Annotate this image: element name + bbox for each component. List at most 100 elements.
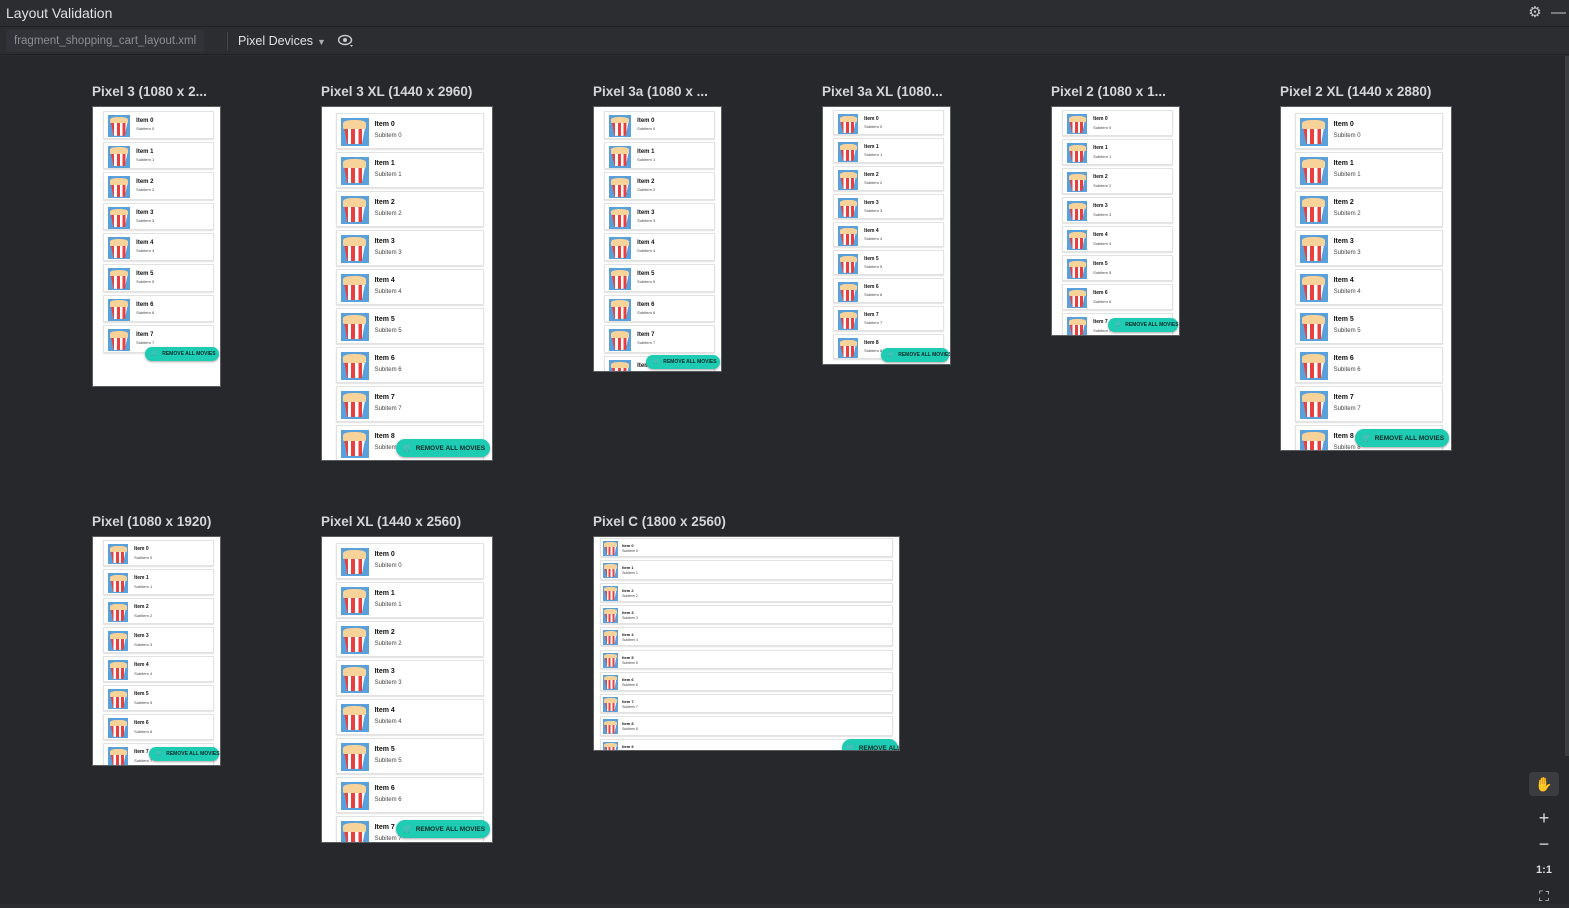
remove-all-movies-button[interactable]: 🛒REMOVE ALL MOVIES (396, 820, 490, 838)
file-tab[interactable]: fragment_shopping_cart_layout.xml (6, 30, 205, 52)
list-item[interactable]: Item 7 Subitem 7 (600, 694, 893, 714)
minimize-icon[interactable]: — (1551, 4, 1567, 22)
list-item[interactable]: Item 2 Subitem 2 (335, 191, 484, 227)
list-item[interactable]: Item 0 Subitem 0 (103, 540, 214, 566)
list-item[interactable]: Item 1 Subitem 1 (103, 141, 214, 170)
list-item[interactable]: Item 5 Subitem 5 (1294, 308, 1443, 344)
popcorn-icon (603, 630, 619, 646)
list-item[interactable]: Item 6 Subitem 6 (833, 278, 944, 303)
list-item[interactable]: Item 6 Subitem 6 (335, 347, 484, 383)
list-item[interactable]: Item 4 Subitem 4 (833, 222, 944, 247)
item-subtitle: Subitem 6 (374, 797, 402, 803)
fit-screen-icon[interactable]: ⛶ (1529, 884, 1559, 908)
list-item[interactable]: Item 2 Subitem 2 (833, 166, 944, 191)
list-item[interactable]: Item 6 Subitem 6 (604, 294, 715, 323)
remove-all-movies-button[interactable]: 🛒REMOVE ALL MOVIES (1108, 318, 1179, 332)
item-subtitle: Subitem 6 (622, 682, 638, 687)
list-item[interactable]: Item 0 Subitem 0 (600, 538, 893, 558)
list-item[interactable]: Item 2 Subitem 2 (604, 172, 715, 200)
list-item[interactable]: Item 4 Subitem 4 (1294, 269, 1443, 305)
list-item[interactable]: Item 4 Subitem 4 (103, 656, 214, 682)
gear-icon[interactable]: ⚙ (1526, 4, 1544, 22)
list-item[interactable]: Item 5 Subitem 5 (335, 738, 484, 774)
list-item[interactable]: Item 1 Subitem 1 (103, 569, 214, 595)
list-item[interactable]: Item 7 Subitem 7 (335, 386, 484, 422)
list-item[interactable]: Item 4 Subitem 4 (103, 233, 214, 261)
list-item[interactable]: Item 5 Subitem 5 (103, 685, 214, 711)
list-item[interactable]: Item 4 Subitem 4 (335, 699, 484, 735)
list-item[interactable]: Item 4 Subitem 4 (604, 233, 715, 261)
list-item[interactable]: Item 6 Subitem 6 (103, 294, 214, 323)
list-item[interactable]: Item 7 Subitem 7 (833, 306, 944, 331)
list-item[interactable]: Item 3 Subitem 3 (103, 202, 214, 231)
list-item[interactable]: Item 2 Subitem 2 (335, 621, 484, 657)
list-item[interactable]: Item 0 Subitem 0 (1062, 110, 1173, 136)
remove-all-movies-button[interactable]: 🛒REMOVE ALL MOVIES (1355, 429, 1449, 447)
device-set-dropdown[interactable]: Pixel Devices ▼ (238, 31, 326, 51)
list-item[interactable]: Item 2 Subitem 2 (1062, 168, 1173, 194)
list-item[interactable]: Item 1 Subitem 1 (600, 560, 893, 580)
list-item[interactable]: Item 6 Subitem 6 (1294, 347, 1443, 383)
list-item[interactable]: Item 4 Subitem 4 (1062, 226, 1173, 252)
list-item[interactable]: Item 5 Subitem 5 (1062, 255, 1173, 281)
remove-all-movies-button[interactable]: 🛒REMOVE ALL MOVIES (842, 739, 899, 750)
actual-size-button[interactable]: 1:1 (1529, 858, 1559, 882)
hand-icon[interactable]: ✋ (1529, 772, 1559, 796)
list-item[interactable]: Item 0 Subitem 0 (335, 113, 484, 149)
list-item[interactable]: Item 3 Subitem 3 (833, 194, 944, 219)
list-item[interactable]: Item 1 Subitem 1 (335, 582, 484, 618)
list-item[interactable]: Item 6 Subitem 6 (103, 714, 214, 740)
list-item[interactable]: Item 3 Subitem 3 (604, 202, 715, 231)
remove-all-movies-button[interactable]: 🛒REMOVE ALL MOVIES (646, 355, 720, 369)
list-item[interactable]: Item 5 Subitem 5 (335, 308, 484, 344)
list-item[interactable]: Item 5 Subitem 5 (833, 250, 944, 275)
list-item[interactable]: Item 1 Subitem 1 (335, 152, 484, 188)
list-item[interactable]: Item 5 Subitem 5 (103, 264, 214, 292)
list-item[interactable]: Item 7 Subitem 7 (604, 325, 715, 353)
list-item[interactable]: Item 4 Subitem 4 (335, 269, 484, 305)
item-subtitle: Subitem 7 (374, 836, 402, 842)
plus-icon[interactable]: + (1529, 806, 1559, 830)
remove-all-movies-button[interactable]: 🛒REMOVE ALL MOVIES (149, 747, 220, 761)
item-title: Item 1 (136, 148, 154, 155)
list-item[interactable]: Item 4 Subitem 4 (600, 627, 893, 647)
vertical-scrollbar[interactable] (1565, 56, 1569, 756)
list-item[interactable]: Item 5 Subitem 5 (600, 649, 893, 669)
list-item[interactable]: Item 1 Subitem 1 (1062, 139, 1173, 165)
list-item[interactable]: Item 1 Subitem 1 (604, 141, 715, 170)
list-item[interactable]: Item 6 Subitem 6 (335, 777, 484, 813)
list-item[interactable]: Item 2 Subitem 2 (103, 598, 214, 624)
list-item[interactable]: Item 8Subitem 8 (600, 716, 893, 736)
list-item[interactable]: Item 3 Subitem 3 (1294, 230, 1443, 266)
popcorn-icon (108, 660, 129, 680)
item-subtitle: Subitem 1 (374, 602, 402, 608)
list-item[interactable]: Item 6 Subitem 6 (1062, 284, 1173, 310)
item-title: Item 4 (1333, 277, 1354, 284)
list-item[interactable]: Item 1 Subitem 1 (1294, 152, 1443, 188)
remove-all-movies-button[interactable]: 🛒REMOVE ALL MOVIES (881, 348, 950, 362)
list-item[interactable]: Item 3 Subitem 3 (1062, 197, 1173, 223)
list-item[interactable]: Item 0 Subitem 0 (833, 110, 944, 135)
list-item[interactable]: Item 3 Subitem 3 (103, 627, 214, 653)
list-item[interactable]: Item 5 Subitem 5 (604, 264, 715, 292)
remove-all-movies-button[interactable]: 🛒REMOVE ALL MOVIES (145, 347, 219, 361)
list-item[interactable]: Item 3 Subitem 3 (335, 660, 484, 696)
eye-icon[interactable] (337, 33, 354, 49)
list-item[interactable]: Item 0 Subitem 0 (1294, 113, 1443, 149)
list-item[interactable]: Item 0 Subitem 0 (604, 111, 715, 139)
list-item[interactable]: Item 6 Subitem 6 (600, 671, 893, 692)
list-item[interactable]: Item 1 Subitem 1 (833, 138, 944, 163)
list-item[interactable]: Item 0 Subitem 0 (103, 111, 214, 139)
list-item[interactable]: Item 2 Subitem 2 (600, 582, 893, 602)
popcorn-icon (340, 782, 369, 810)
minus-icon[interactable]: − (1529, 832, 1559, 856)
item-title: Item 4 (374, 277, 395, 284)
list-item[interactable]: Item 3 Subitem 3 (600, 604, 893, 625)
list-item[interactable]: Item 0 Subitem 0 (335, 543, 484, 579)
list-item[interactable]: Item 2 Subitem 2 (103, 172, 214, 200)
list-item[interactable]: Item 3 Subitem 3 (335, 230, 484, 266)
remove-all-movies-button[interactable]: 🛒REMOVE ALL MOVIES (396, 439, 490, 457)
item-subtitle: Subitem 2 (374, 641, 402, 647)
list-item[interactable]: Item 2 Subitem 2 (1294, 191, 1443, 227)
list-item[interactable]: Item 7 Subitem 7 (1294, 386, 1443, 422)
